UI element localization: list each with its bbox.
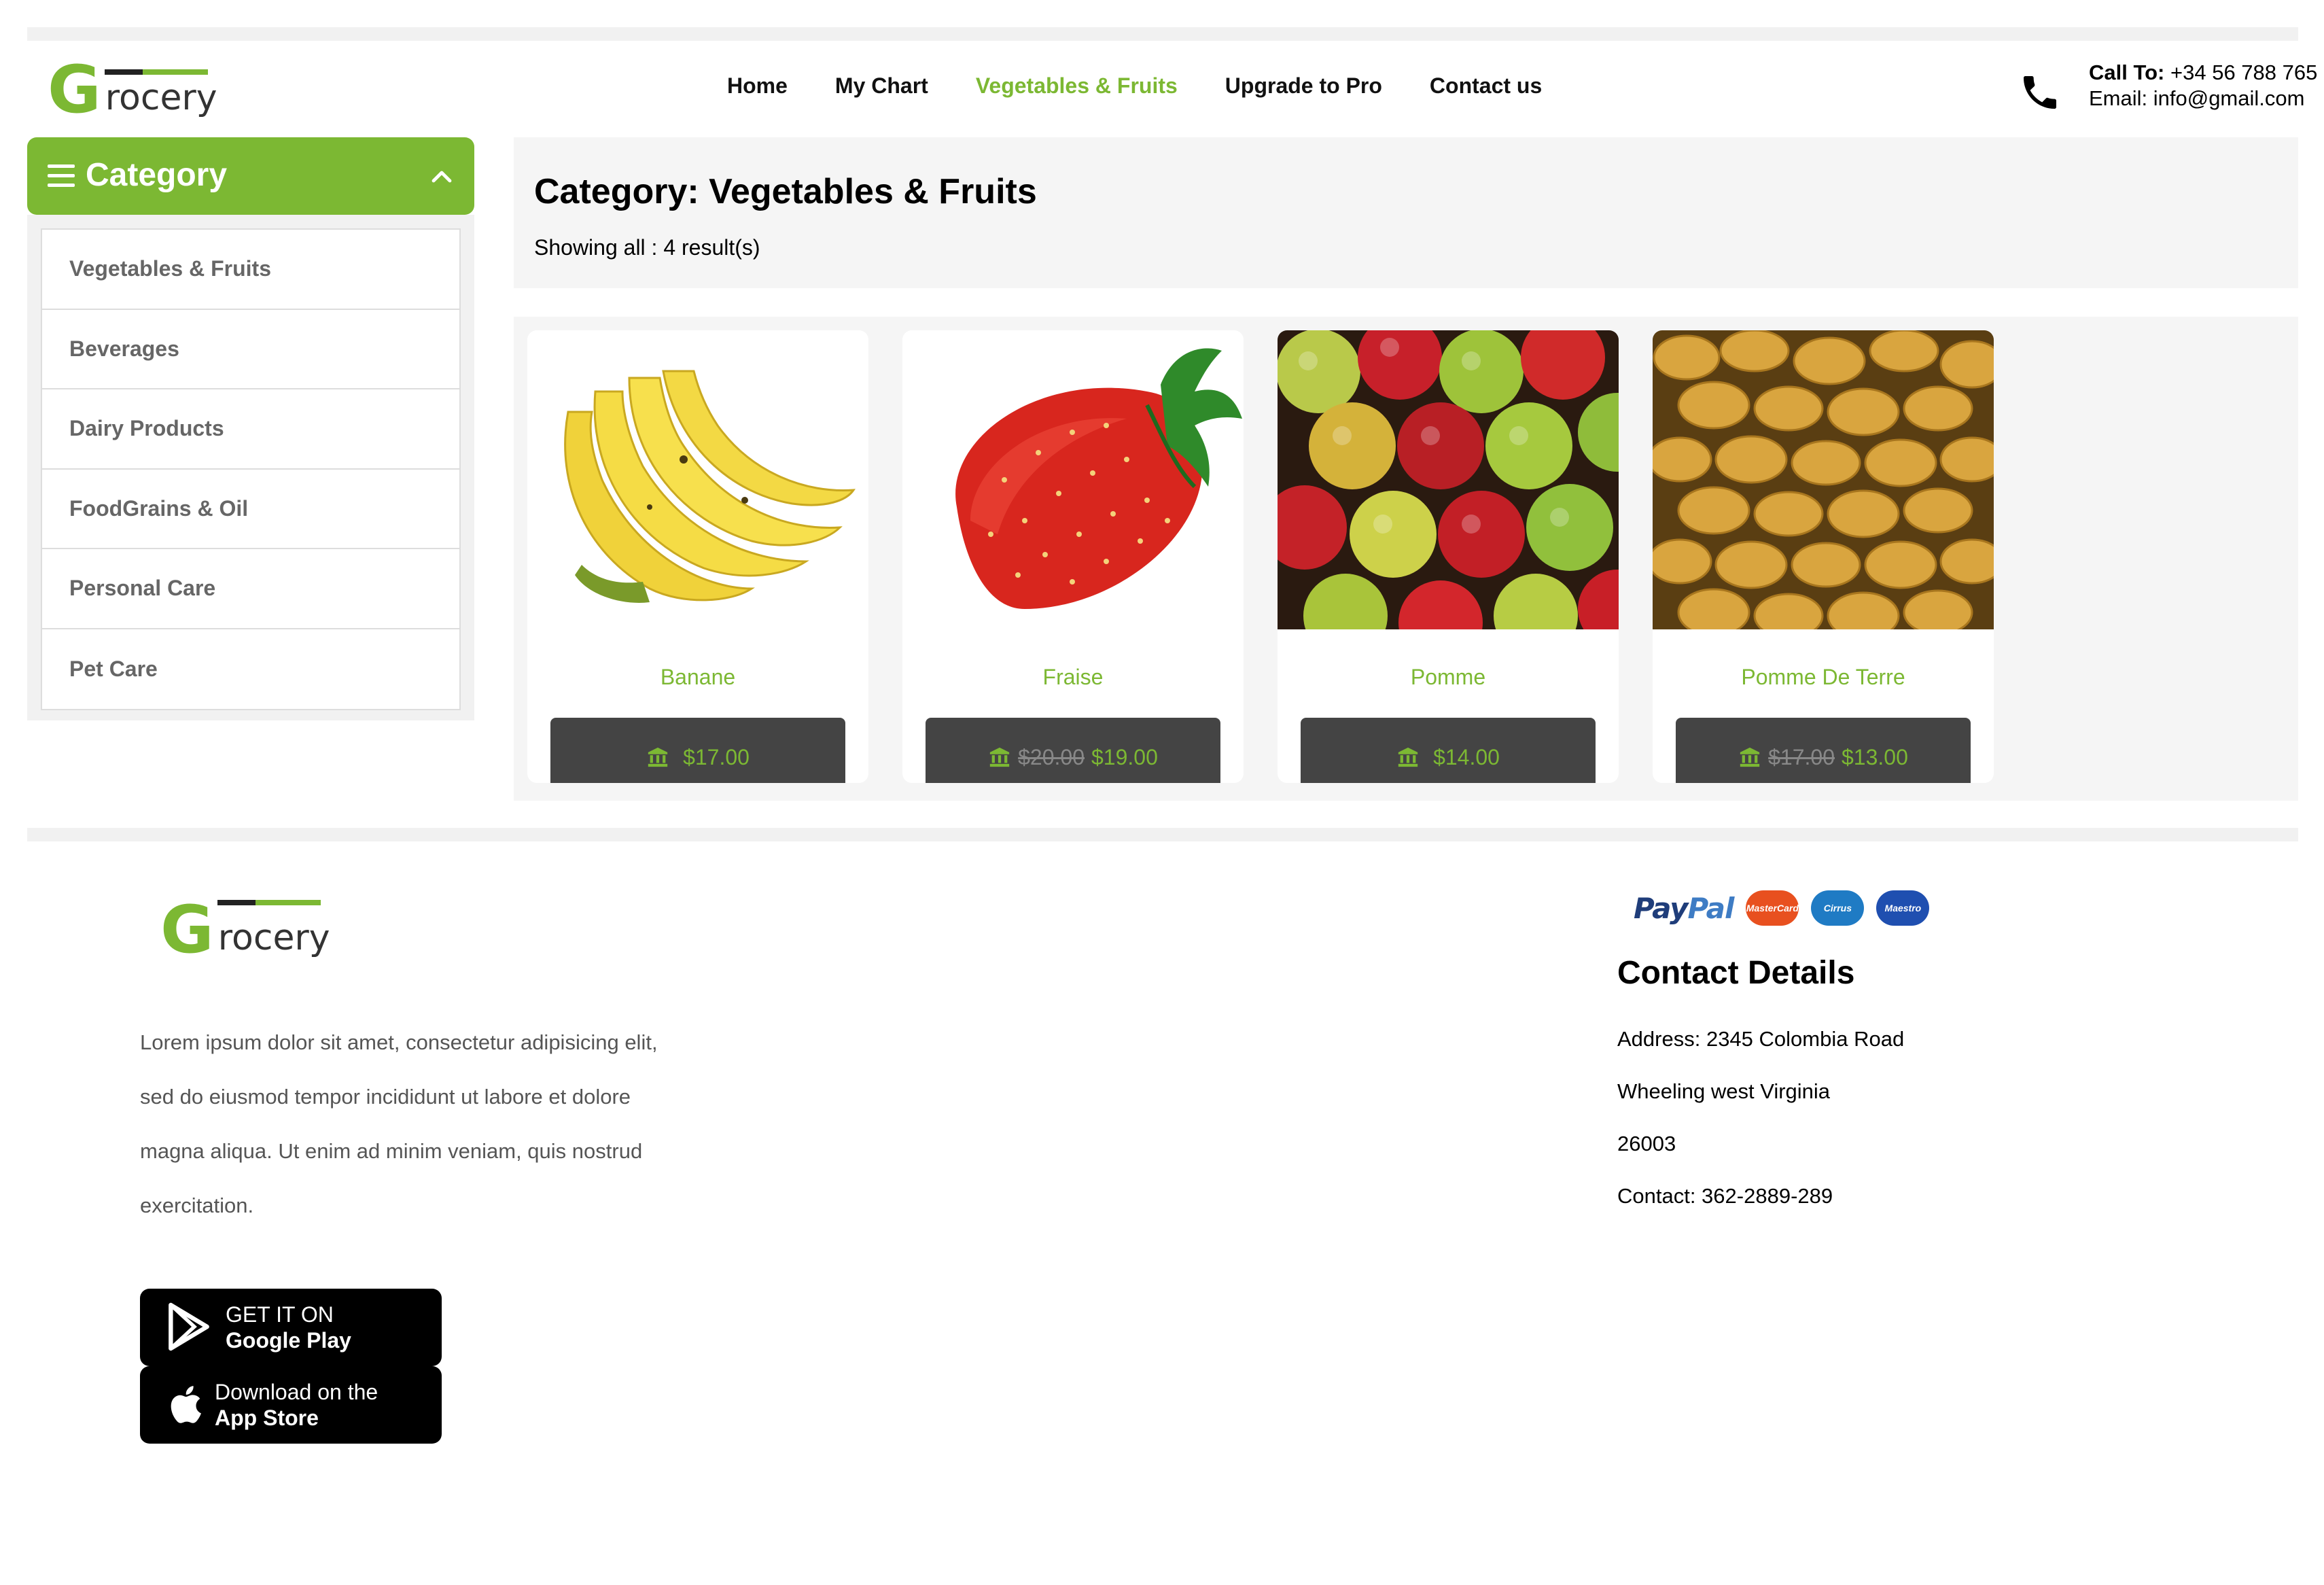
header-logo[interactable]: G rocery <box>48 52 217 128</box>
maestro-logo: Maestro <box>1876 890 1930 926</box>
nav-upgrade-to-pro[interactable]: Upgrade to Pro <box>1225 73 1382 99</box>
product-name[interactable]: Fraise <box>902 665 1244 690</box>
app-store-line1: Download on the <box>215 1380 378 1404</box>
product-price: $19.00 <box>1091 744 1158 769</box>
call-value: +34 56 788 765 <box>2170 60 2318 84</box>
nav-contact-us[interactable]: Contact us <box>1430 73 1542 99</box>
nav-my-chart[interactable]: My Chart <box>835 73 928 99</box>
email-line[interactable]: Email: info@gmail.com <box>2089 86 2317 111</box>
google-play-icon <box>169 1302 209 1351</box>
contact-details-title: Contact Details <box>1617 955 1855 991</box>
page-title: Category: Vegetables & Fruits <box>534 172 1037 211</box>
category-item-beverages[interactable]: Beverages <box>42 310 459 389</box>
product-image-apples[interactable] <box>1278 330 1619 629</box>
google-play-line2: Google Play <box>226 1328 351 1353</box>
city-line: Wheeling west Virginia <box>1617 1079 1831 1103</box>
product-image-banana[interactable] <box>527 330 868 629</box>
product-card[interactable]: Fraise $20.00 $19.00 <box>902 330 1244 783</box>
site-header: G rocery Home My Chart Vegetables & Frui… <box>27 41 2317 136</box>
call-line[interactable]: Call To: +34 56 788 765 <box>2089 60 2317 86</box>
logo-text: rocery <box>217 918 330 958</box>
payment-logos: PayPal MasterCard Cirrus Maestro <box>1634 890 1930 926</box>
top-strip <box>27 27 2298 41</box>
category-item-foodgrains-oil[interactable]: FoodGrains & Oil <box>42 470 459 549</box>
call-label: Call To: <box>2089 60 2165 84</box>
category-title: Category <box>86 157 228 193</box>
mastercard-logo: MasterCard <box>1746 890 1799 926</box>
add-to-cart-button[interactable]: $20.00 $19.00 <box>926 718 1220 783</box>
cirrus-logo: Cirrus <box>1811 890 1865 926</box>
phone-icon <box>2024 76 2056 109</box>
logo-bar-dark <box>217 900 256 905</box>
logo-bar-green <box>256 900 321 905</box>
category-heading-panel: Category: Vegetables & Fruits Showing al… <box>514 137 2298 288</box>
category-item-pet-care[interactable]: Pet Care <box>42 629 459 710</box>
add-to-cart-button[interactable]: $17.00 $13.00 <box>1676 718 1971 783</box>
product-card[interactable]: Pomme De Terre $17.00 $13.00 <box>1653 330 1994 783</box>
product-image-strawberry[interactable] <box>902 330 1244 629</box>
nav-home[interactable]: Home <box>727 73 788 99</box>
product-image-potatoes[interactable] <box>1653 330 1994 629</box>
category-list: Vegetables & Fruits Beverages Dairy Prod… <box>41 228 461 710</box>
nav-vegetables-fruits[interactable]: Vegetables & Fruits <box>976 73 1178 99</box>
bank-icon <box>1740 747 1760 767</box>
about-line: sed do eiusmod tempor incididunt ut labo… <box>140 1085 631 1109</box>
paypal-pay: Pay <box>1634 891 1689 925</box>
google-play-button[interactable]: GET IT ON Google Play <box>140 1289 442 1366</box>
category-header[interactable]: Category <box>27 137 474 215</box>
product-name[interactable]: Banane <box>527 665 868 690</box>
category-item-personal-care[interactable]: Personal Care <box>42 549 459 629</box>
apple-icon <box>171 1386 201 1423</box>
result-count: Showing all : 4 result(s) <box>534 235 760 260</box>
logo-initial: G <box>48 52 101 128</box>
category-item-dairy-products[interactable]: Dairy Products <box>42 389 459 470</box>
app-store-button[interactable]: Download on the App Store <box>140 1366 442 1444</box>
address-line: Address: 2345 Colombia Road <box>1617 1027 1905 1051</box>
add-to-cart-button[interactable]: $17.00 <box>550 718 845 783</box>
logo-bar-dark <box>105 69 143 75</box>
product-name[interactable]: Pomme <box>1278 665 1619 690</box>
category-panel: Vegetables & Fruits Beverages Dairy Prod… <box>27 215 474 720</box>
phone-line[interactable]: Contact: 362-2889-289 <box>1617 1170 1904 1222</box>
product-name[interactable]: Pomme De Terre <box>1653 665 1994 690</box>
footer-about: Lorem ipsum dolor sit amet, consectetur … <box>140 1015 752 1233</box>
zip-line: 26003 <box>1617 1132 1676 1155</box>
footer-logo[interactable]: G rocery <box>160 892 330 968</box>
bank-icon <box>989 747 1010 767</box>
about-line: Lorem ipsum dolor sit amet, consectetur … <box>140 1030 658 1054</box>
add-to-cart-button[interactable]: $14.00 <box>1301 718 1596 783</box>
footer-strip <box>27 828 2298 841</box>
about-line: magna aliqua. Ut enim ad minim veniam, q… <box>140 1139 643 1163</box>
contact-details: Address: 2345 Colombia Road Wheeling wes… <box>1617 1013 1904 1222</box>
bank-icon <box>1398 747 1418 767</box>
app-store-line2: App Store <box>215 1406 319 1430</box>
logo-text: rocery <box>105 77 217 118</box>
chevron-up-icon[interactable] <box>429 164 454 189</box>
paypal-logo: PayPal <box>1634 891 1735 925</box>
logo-bar-green <box>143 69 208 75</box>
main-nav: Home My Chart Vegetables & Fruits Upgrad… <box>727 73 1542 99</box>
old-price: $17.00 <box>1768 744 1835 769</box>
category-item-vegetables-fruits[interactable]: Vegetables & Fruits <box>42 230 459 310</box>
product-price: $13.00 <box>1842 744 1908 769</box>
google-play-line1: GET IT ON <box>226 1302 334 1327</box>
old-price: $20.00 <box>1018 744 1085 769</box>
bank-icon <box>648 747 668 767</box>
product-price: $14.00 <box>1433 744 1500 769</box>
product-card[interactable]: Pomme $14.00 <box>1278 330 1619 783</box>
paypal-pal: Pal <box>1687 891 1735 925</box>
product-price: $17.00 <box>683 744 750 769</box>
about-line: exercitation. <box>140 1194 254 1217</box>
product-grid: Banane $17.00 Fraise $20.00 $19.00 Pomme… <box>514 317 2298 801</box>
menu-icon <box>48 164 75 188</box>
product-card[interactable]: Banane $17.00 <box>527 330 868 783</box>
logo-initial: G <box>160 892 214 968</box>
